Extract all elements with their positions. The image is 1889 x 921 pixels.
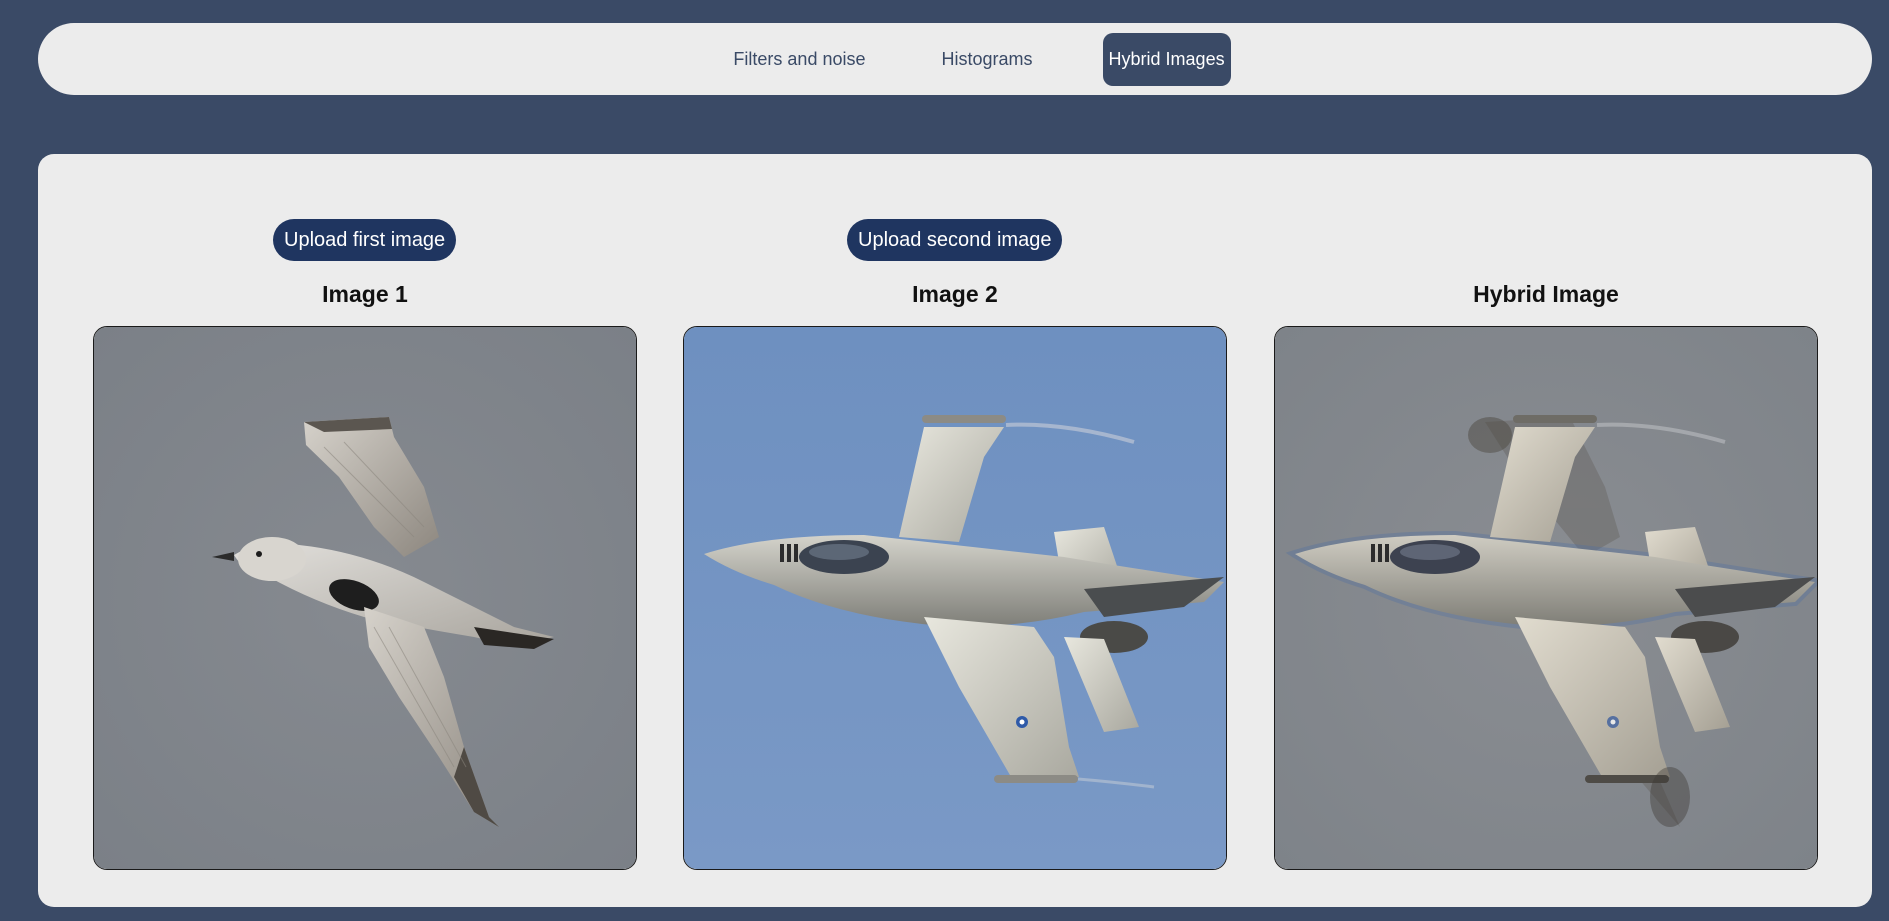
image1-title: Image 1 bbox=[322, 281, 408, 307]
tab-hybrid-images[interactable]: Hybrid Images bbox=[1102, 32, 1231, 86]
image2-display bbox=[683, 326, 1227, 870]
hybrid-image-title: Hybrid Image bbox=[1473, 281, 1619, 307]
upload-second-image-button[interactable]: Upload second image bbox=[847, 219, 1063, 261]
image2-title: Image 2 bbox=[912, 281, 998, 307]
image1-display bbox=[93, 326, 637, 870]
fighter-jet-image bbox=[684, 327, 1226, 869]
hybrid-image bbox=[1275, 327, 1817, 869]
nav-tabs: Filters and noise Histograms Hybrid Imag… bbox=[695, 32, 1231, 86]
seagull-image bbox=[94, 327, 636, 869]
tab-filters-and-noise[interactable]: Filters and noise bbox=[727, 35, 871, 84]
hybrid-images-panel: Upload first image Image 1 Upload second… bbox=[38, 154, 1872, 907]
upload-first-image-button[interactable]: Upload first image bbox=[273, 219, 457, 261]
hybrid-image-display bbox=[1274, 326, 1818, 870]
top-navigation: Filters and noise Histograms Hybrid Imag… bbox=[38, 23, 1872, 95]
tab-histograms[interactable]: Histograms bbox=[936, 35, 1039, 84]
